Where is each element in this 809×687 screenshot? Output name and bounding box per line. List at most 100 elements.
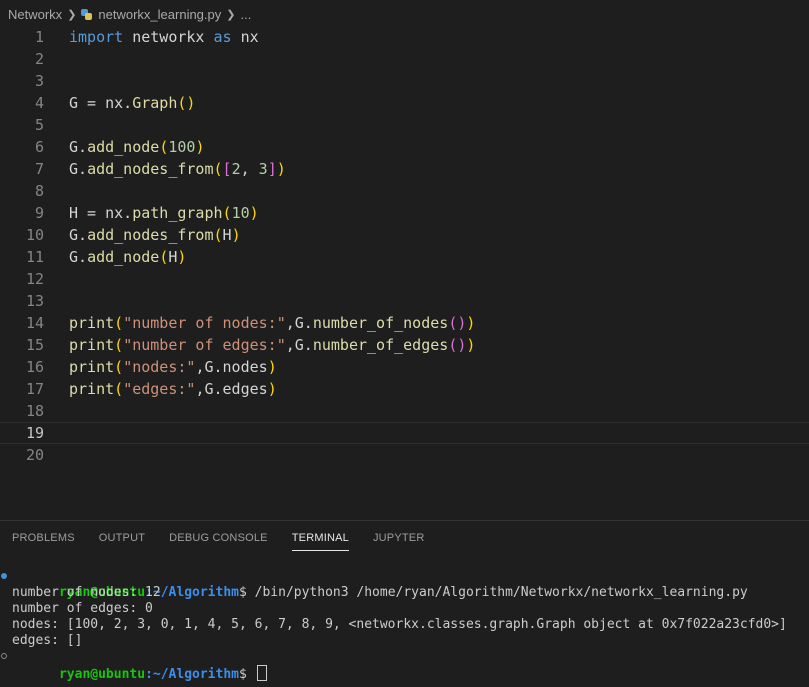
code-line[interactable]: 13 bbox=[0, 290, 809, 312]
code-token: ( bbox=[159, 138, 169, 156]
terminal-prompt-line: ryan@ubuntu:~/Algorithm$ bbox=[0, 649, 809, 682]
tab-jupyter[interactable]: JUPYTER bbox=[373, 532, 425, 551]
code-token: "number of nodes:" bbox=[123, 314, 286, 332]
code-text: H = nx.path_graph(10) bbox=[69, 202, 259, 224]
code-line[interactable]: 7 G.add_nodes_from([2, 3]) bbox=[0, 158, 809, 180]
code-line[interactable]: 10 G.add_nodes_from(H) bbox=[0, 224, 809, 246]
line-number: 18 bbox=[25, 402, 44, 420]
line-number: 1 bbox=[34, 28, 44, 46]
code-token: ( bbox=[114, 380, 124, 398]
code-token: print bbox=[69, 336, 115, 354]
breadcrumb-folder[interactable]: Networkx bbox=[8, 7, 62, 22]
code-token: networkx bbox=[123, 28, 214, 46]
code-line[interactable]: 20 bbox=[0, 444, 809, 466]
code-text: print("nodes:",G.nodes) bbox=[69, 356, 277, 378]
code-token: ( bbox=[213, 226, 223, 244]
code-token: ) bbox=[466, 336, 476, 354]
line-number: 7 bbox=[34, 160, 44, 178]
code-token: 2 bbox=[231, 160, 241, 178]
code-token: G. bbox=[69, 138, 88, 156]
code-token: ) bbox=[249, 204, 259, 222]
code-token: "nodes:" bbox=[123, 358, 196, 376]
code-token: ) bbox=[231, 226, 241, 244]
code-line[interactable]: 14 print("number of nodes:",G.number_of_n… bbox=[0, 312, 809, 334]
code-text: G.add_node(100) bbox=[69, 136, 204, 158]
code-token: ( bbox=[114, 358, 124, 376]
code-token: ( bbox=[213, 160, 223, 178]
code-text: G.add_node(H) bbox=[69, 246, 186, 268]
line-number: 2 bbox=[34, 50, 44, 68]
line-number: 20 bbox=[25, 446, 44, 464]
code-token: ) bbox=[195, 138, 205, 156]
code-token: () bbox=[448, 314, 467, 332]
code-line[interactable]: 1 import networkx as nx bbox=[0, 26, 809, 48]
line-number: 6 bbox=[34, 138, 44, 156]
code-token: print bbox=[69, 314, 115, 332]
code-token: ( bbox=[114, 314, 124, 332]
code-token: ] bbox=[267, 160, 277, 178]
code-line[interactable]: 4 G = nx.Graph() bbox=[0, 92, 809, 114]
code-line[interactable]: 9 H = nx.path_graph(10) bbox=[0, 202, 809, 224]
code-token: ( bbox=[159, 248, 169, 266]
code-line[interactable]: 3 bbox=[0, 70, 809, 92]
command-status-icon[interactable] bbox=[1, 653, 7, 659]
code-token: ) bbox=[276, 160, 286, 178]
breadcrumb-more[interactable]: ... bbox=[240, 7, 251, 22]
code-text: print("number of edges:",G.number_of_edg… bbox=[69, 334, 475, 356]
terminal[interactable]: ryan@ubuntu:~/Algorithm$ /bin/python3 /h… bbox=[0, 569, 809, 682]
code-line[interactable]: 6 G.add_node(100) bbox=[0, 136, 809, 158]
code-text: import networkx as nx bbox=[69, 26, 259, 48]
code-line[interactable]: 17 print("edges:",G.edges) bbox=[0, 378, 809, 400]
line-number: 9 bbox=[34, 204, 44, 222]
code-token: ( bbox=[222, 204, 232, 222]
code-line[interactable]: 15 print("number of edges:",G.number_of_e… bbox=[0, 334, 809, 356]
python-file-icon bbox=[81, 8, 93, 20]
code-text: G.add_nodes_from(H) bbox=[69, 224, 241, 246]
code-token: path_graph bbox=[132, 204, 223, 222]
terminal-output-line: number of edges: 0 bbox=[12, 601, 153, 616]
breadcrumb-file[interactable]: networkx_learning.py bbox=[98, 7, 221, 22]
code-line[interactable]: 8 bbox=[0, 180, 809, 202]
code-line[interactable]: 18 bbox=[0, 400, 809, 422]
code-token: , bbox=[240, 160, 259, 178]
line-number: 11 bbox=[25, 248, 44, 266]
command-status-icon[interactable] bbox=[1, 573, 7, 579]
tab-output[interactable]: OUTPUT bbox=[99, 532, 145, 551]
code-token: number_of_edges bbox=[312, 336, 449, 354]
terminal-command-line: ryan@ubuntu:~/Algorithm$ /bin/python3 /h… bbox=[0, 569, 809, 600]
code-text: print("number of nodes:",G.number_of_nod… bbox=[69, 312, 475, 334]
code-token: ,G.edges bbox=[195, 380, 268, 398]
code-token: Graph bbox=[132, 94, 178, 112]
code-line[interactable]: 12 bbox=[0, 268, 809, 290]
code-token: as bbox=[213, 28, 232, 46]
code-token: () bbox=[177, 94, 196, 112]
code-token: ) bbox=[267, 380, 277, 398]
code-token: ,G.nodes bbox=[195, 358, 268, 376]
prompt-path: :~/Algorithm bbox=[145, 667, 239, 682]
code-token: nx bbox=[231, 28, 259, 46]
terminal-output-line: edges: [] bbox=[12, 633, 83, 648]
chevron-right-icon: ❯ bbox=[67, 8, 77, 21]
line-number: 12 bbox=[25, 270, 44, 288]
code-token: ) bbox=[177, 248, 187, 266]
tab-debug-console[interactable]: DEBUG CONSOLE bbox=[169, 532, 268, 551]
code-line[interactable]: 5 bbox=[0, 114, 809, 136]
code-token: 3 bbox=[258, 160, 268, 178]
line-number: 13 bbox=[25, 292, 44, 310]
code-line[interactable]: 19 bbox=[0, 422, 809, 444]
code-line[interactable]: 11 G.add_node(H) bbox=[0, 246, 809, 268]
code-token: G. bbox=[69, 160, 88, 178]
breadcrumb: Networkx ❯ networkx_learning.py ❯ ... bbox=[0, 0, 809, 28]
code-token: ( bbox=[114, 336, 124, 354]
line-number: 4 bbox=[34, 94, 44, 112]
code-token: add_nodes_from bbox=[87, 226, 214, 244]
code-editor[interactable]: 1 import networkx as nx 2 3 4 G = nx.Graph() 5… bbox=[0, 26, 809, 520]
code-line[interactable]: 16 print("nodes:",G.nodes) bbox=[0, 356, 809, 378]
tab-terminal[interactable]: TERMINAL bbox=[291, 532, 349, 551]
tab-problems[interactable]: PROBLEMS bbox=[12, 532, 75, 551]
line-number: 10 bbox=[25, 226, 44, 244]
code-line[interactable]: 2 bbox=[0, 48, 809, 70]
code-token: "number of edges:" bbox=[123, 336, 286, 354]
line-number: 5 bbox=[34, 116, 44, 134]
code-token: H = nx. bbox=[69, 204, 133, 222]
